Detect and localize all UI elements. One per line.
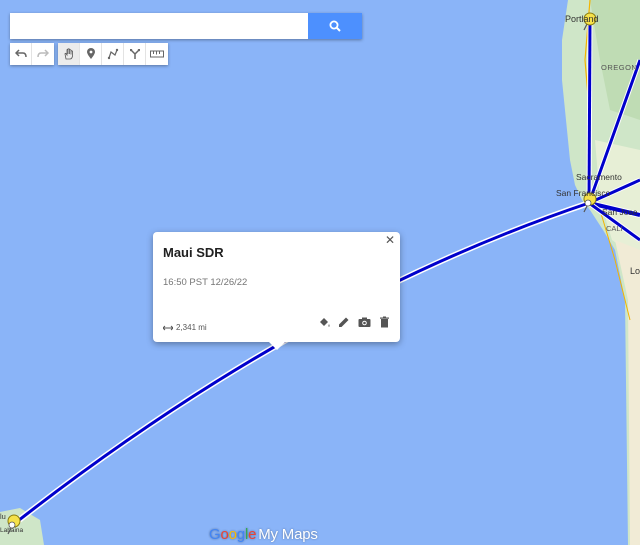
popup-pointer — [269, 342, 285, 350]
product-name: My Maps — [258, 526, 318, 543]
feature-timestamp: 16:50 PST 12/26/22 — [163, 277, 248, 288]
ruler-icon — [150, 50, 164, 58]
directions-button[interactable] — [124, 43, 146, 65]
delete-icon — [379, 316, 389, 328]
google-wordmark: Google — [209, 526, 257, 543]
draw-line-button[interactable] — [102, 43, 124, 65]
redo-button[interactable] — [32, 43, 54, 65]
google-my-maps-logo: Google My Maps — [209, 526, 318, 543]
add-photo-button[interactable] — [357, 315, 371, 329]
style-button[interactable] — [317, 315, 331, 329]
close-icon[interactable]: ✕ — [383, 233, 397, 247]
paint-bucket-icon — [319, 317, 329, 327]
popup-actions — [317, 315, 391, 329]
history-group — [10, 43, 54, 65]
undo-button[interactable] — [10, 43, 32, 65]
edit-button[interactable] — [337, 315, 351, 329]
camera-icon — [358, 317, 370, 327]
add-marker-button[interactable] — [80, 43, 102, 65]
label-oregon: OREGON — [601, 63, 638, 72]
feature-distance: 2,341 mi — [163, 323, 207, 332]
map-toolbar — [10, 43, 168, 65]
delete-button[interactable] — [377, 315, 391, 329]
distance-value: 2,341 mi — [176, 323, 207, 332]
search-bar — [10, 13, 362, 39]
label-sacramento: Sacramento — [576, 172, 622, 182]
feature-info-popup: ✕ Maui SDR 16:50 PST 12/26/22 2,341 mi — [153, 232, 400, 350]
edit-icon — [339, 317, 349, 327]
label-lahaina: Lahaina — [0, 527, 24, 534]
redo-icon — [37, 49, 49, 58]
search-button[interactable] — [308, 13, 362, 39]
label-lo: Lo — [630, 266, 640, 276]
undo-icon — [14, 49, 27, 58]
search-icon — [329, 20, 341, 32]
label-portland: Portland — [565, 14, 599, 24]
directions-icon — [129, 49, 140, 59]
select-tool-button[interactable] — [58, 43, 80, 65]
hand-icon — [64, 48, 73, 60]
measure-button[interactable] — [146, 43, 168, 65]
distance-arrow-icon — [163, 325, 173, 330]
label-san-jose: San Jose — [602, 207, 638, 217]
tools-group — [58, 43, 168, 65]
marker-icon — [86, 48, 95, 59]
search-input[interactable] — [10, 13, 308, 39]
label-san-francisco: San Francisco — [556, 188, 611, 198]
feature-title: Maui SDR — [163, 245, 224, 260]
label-cali: CALI — [606, 224, 623, 233]
label-lu: lu — [0, 512, 6, 521]
draw-line-icon — [107, 48, 118, 60]
